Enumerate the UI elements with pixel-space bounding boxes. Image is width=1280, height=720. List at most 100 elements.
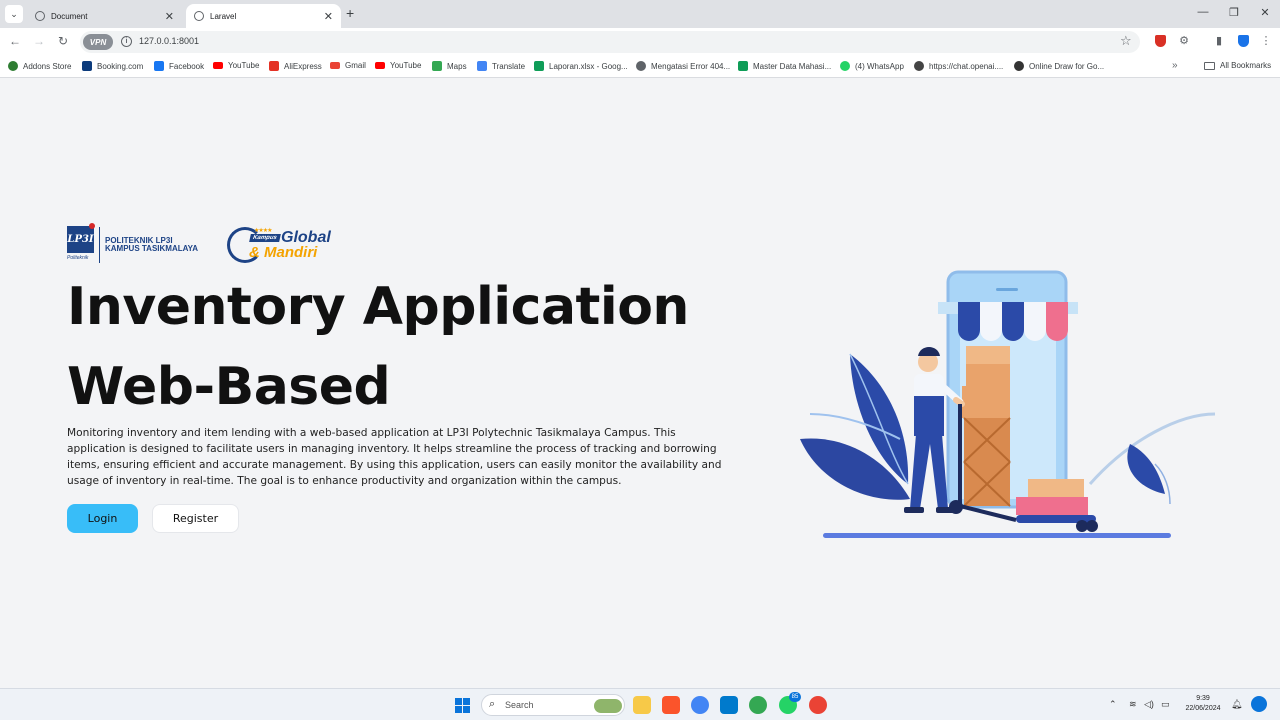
gmail-icon (330, 62, 340, 69)
facebook-icon (154, 61, 164, 71)
site-info-icon[interactable]: i (121, 36, 132, 47)
side-panel-icon[interactable]: ▮ (1211, 34, 1227, 47)
bookmark-item[interactable]: YouTube (213, 61, 259, 70)
all-bookmarks-label: All Bookmarks (1220, 61, 1272, 70)
bookmark-label: YouTube (228, 61, 260, 70)
sheets-icon (534, 61, 544, 71)
extensions-icon[interactable]: ⚙ (1176, 34, 1192, 47)
maps-icon (432, 61, 442, 71)
login-button[interactable]: Login (67, 504, 138, 533)
chrome-profile-icon-2[interactable] (809, 696, 827, 714)
hero-title-line-1: Inventory Application (67, 277, 689, 337)
bookmark-label: Online Draw for Go... (1029, 61, 1105, 71)
brave-shield-extension-icon[interactable] (1155, 35, 1166, 47)
bookmark-item[interactable]: Mengatasi Error 404... (636, 61, 730, 71)
register-button[interactable]: Register (152, 504, 239, 533)
bookmark-label: Addons Store (23, 61, 72, 71)
bookmark-label: Maps (447, 61, 467, 71)
reload-icon[interactable]: ↻ (55, 34, 71, 48)
restore-button[interactable]: ❐ (1219, 6, 1249, 19)
close-icon[interactable]: ✕ (324, 10, 333, 23)
bookmark-item[interactable]: Booking.com (82, 61, 143, 71)
bookmark-item[interactable]: Translate (477, 61, 525, 71)
tab-document[interactable]: Document ✕ (27, 4, 182, 28)
window-close-button[interactable]: ✕ (1250, 6, 1280, 19)
booking-icon (82, 61, 92, 71)
bookmark-item[interactable]: Addons Store (8, 61, 71, 71)
bookmark-label: Translate (492, 61, 526, 71)
close-icon[interactable]: ✕ (165, 10, 174, 23)
kgm-kampus: Kampus (249, 234, 281, 242)
chrome-profile-icon[interactable] (749, 696, 767, 714)
bookmark-item[interactable]: AliExpress (269, 61, 322, 71)
bookmarks-bar: Addons Store Booking.com Facebook YouTub… (0, 56, 1280, 78)
address-bar[interactable]: VPN i 127.0.0.1:8001 ☆ (80, 31, 1140, 53)
youtube-icon (375, 62, 385, 69)
inventory-illustration (800, 270, 1216, 538)
volume-icon[interactable]: ◁) (1144, 699, 1154, 710)
tab-search-button[interactable]: ⌄ (5, 5, 23, 23)
sheets-icon (738, 61, 748, 71)
bookmark-item[interactable]: Maps (432, 61, 467, 71)
bookmark-item[interactable]: Gmail (330, 61, 366, 70)
new-tab-button[interactable]: + (346, 5, 354, 21)
translate-icon (477, 61, 487, 71)
globe-icon (35, 11, 45, 21)
lp3i-logo-dot (89, 223, 95, 229)
url-text[interactable]: 127.0.0.1:8001 (139, 36, 199, 46)
taskbar-search[interactable]: ⌕ Search (481, 694, 625, 716)
copilot-icon[interactable] (1251, 696, 1267, 712)
kgm-mandiri: & Mandiri (249, 244, 318, 261)
bookmark-item[interactable]: Laporan.xlsx - Goog... (534, 61, 628, 71)
openai-icon (914, 61, 924, 71)
back-icon[interactable]: ← (7, 34, 23, 48)
all-bookmarks-button[interactable]: All Bookmarks (1204, 61, 1271, 70)
minimize-button[interactable]: — (1188, 6, 1218, 18)
whatsapp-badge: 85 (789, 692, 801, 702)
bookmark-item[interactable]: YouTube (375, 61, 421, 70)
battery-icon[interactable]: ▭ (1161, 699, 1170, 710)
logos: LP3I Politeknik POLITEKNIK LP3I KAMPUS T… (67, 223, 337, 265)
browser-toolbar: ← → ↻ VPN i 127.0.0.1:8001 ☆ ⚙ ▮ ⋮ (0, 28, 1280, 56)
menu-icon[interactable]: ⋮ (1258, 34, 1274, 47)
folder-icon (1204, 61, 1215, 70)
bookmark-label: Laporan.xlsx - Goog... (549, 61, 628, 71)
search-placeholder: Search (505, 700, 534, 710)
vpn-button[interactable]: VPN (83, 34, 113, 50)
draw-icon (1014, 61, 1024, 71)
notification-bell-icon[interactable]: 🔔︎ (1231, 699, 1242, 710)
kgm-stars: ★★★★ (254, 228, 272, 234)
windows-taskbar: ⌕ Search ⌃ ≋ ◁) ▭ 9:39 22/06/2024 🔔︎ (0, 688, 1280, 720)
file-explorer-icon[interactable] (633, 696, 651, 714)
hero-description: Monitoring inventory and item lending wi… (67, 427, 722, 487)
tab-title: Document (51, 11, 88, 21)
bookmark-label: Master Data Mahasi... (753, 61, 832, 71)
tab-laravel[interactable]: Laravel ✕ (186, 4, 341, 28)
hero-title-line-2: Web-Based (67, 357, 391, 417)
webpage-icon (636, 61, 646, 71)
system-clock[interactable]: 9:39 22/06/2024 (1178, 694, 1228, 714)
bookmark-label: AliExpress (284, 61, 322, 71)
forward-icon[interactable]: → (31, 34, 47, 48)
landing-page: LP3I Politeknik POLITEKNIK LP3I KAMPUS T… (0, 79, 1280, 688)
wifi-icon[interactable]: ≋ (1129, 699, 1137, 710)
vscode-icon[interactable] (720, 696, 738, 714)
bookmark-star-icon[interactable]: ☆ (1120, 33, 1132, 49)
bookmark-item[interactable]: Facebook (154, 61, 204, 71)
brave-browser-icon[interactable] (662, 696, 680, 714)
tray-overflow-icon[interactable]: ⌃ (1109, 699, 1117, 710)
search-highlight-image (594, 699, 622, 713)
vpn-shield-extension-icon[interactable] (1238, 35, 1249, 47)
bookmark-item[interactable]: Master Data Mahasi... (738, 61, 831, 71)
clock-time: 9:39 (1196, 695, 1210, 702)
youtube-icon (213, 62, 223, 69)
chrome-icon[interactable] (691, 696, 709, 714)
bookmark-item[interactable]: Online Draw for Go... (1014, 61, 1104, 71)
windows-start-icon[interactable] (455, 698, 470, 713)
bookmark-item[interactable]: (4) WhatsApp (840, 61, 904, 71)
bookmark-label: https://chat.openai.... (929, 61, 1004, 71)
more-bookmarks-icon[interactable]: » (1172, 60, 1178, 71)
bookmark-item[interactable]: https://chat.openai.... (914, 61, 1003, 71)
lp3i-sub-label: Politeknik (67, 255, 89, 261)
search-icon: ⌕ (489, 698, 496, 710)
